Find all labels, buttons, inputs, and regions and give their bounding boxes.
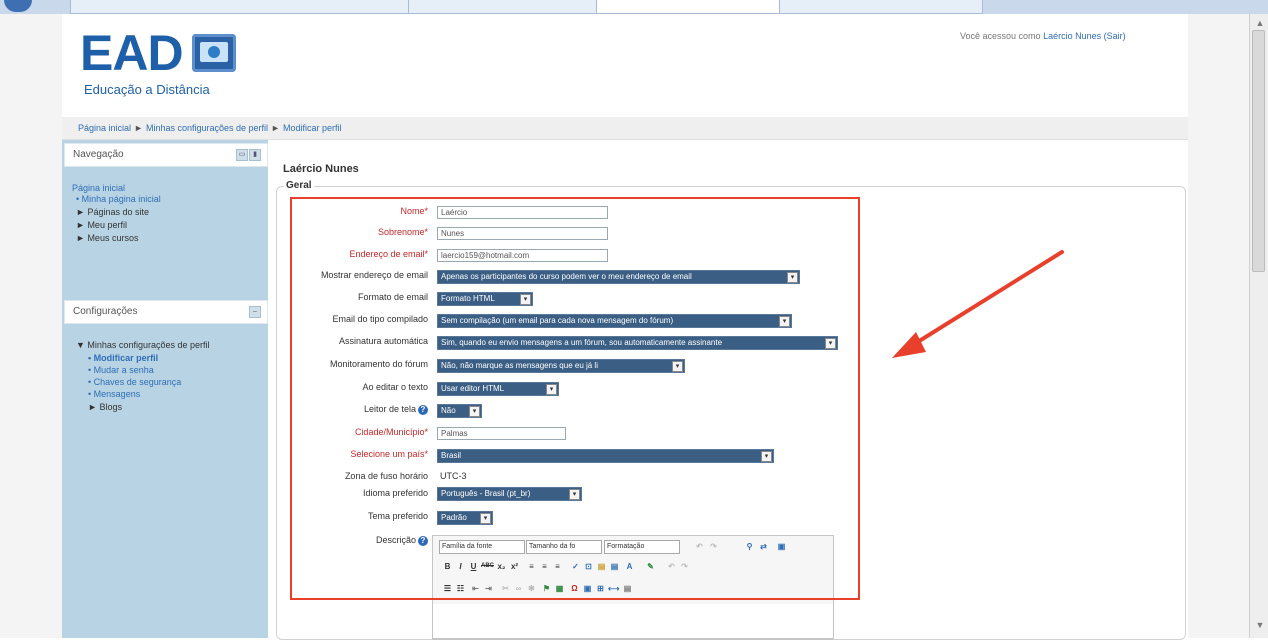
- browser-tab[interactable]: [779, 0, 983, 14]
- browser-chrome: [0, 0, 1268, 15]
- logo-text: EAD: [80, 25, 184, 81]
- settings-item-blogs[interactable]: ► Blogs: [88, 402, 122, 412]
- page-margin-right: [1188, 14, 1250, 638]
- login-info: Você acessou como Laércio Nunes (Sair): [960, 31, 1126, 41]
- browser-tab[interactable]: [408, 0, 602, 14]
- settings-item-security-keys[interactable]: • Chaves de segurança: [88, 377, 181, 387]
- breadcrumb-separator: ►: [271, 123, 280, 133]
- settings-item-edit-profile[interactable]: • Modificar perfil: [88, 353, 158, 363]
- nav-home-link[interactable]: Página inicial: [72, 183, 125, 193]
- login-prefix: Você acessou como: [960, 31, 1041, 41]
- scroll-down-icon[interactable]: ▼: [1254, 620, 1266, 632]
- browser-tab-active[interactable]: [596, 0, 785, 14]
- settings-block-header: Configurações –: [64, 300, 268, 324]
- settings-item-messages[interactable]: • Mensagens: [88, 389, 140, 399]
- breadcrumb-separator: ►: [134, 123, 143, 133]
- browser-logo-icon: [4, 0, 32, 12]
- scroll-up-icon[interactable]: ▲: [1254, 18, 1266, 30]
- logo-subtitle: Educação a Distância: [84, 82, 210, 97]
- breadcrumb-home[interactable]: Página inicial: [78, 123, 131, 133]
- breadcrumb-edit-profile[interactable]: Modificar perfil: [283, 123, 342, 133]
- dock-icon[interactable]: ▭: [236, 149, 248, 161]
- annotation-highlight-box: [290, 197, 860, 600]
- site-logo[interactable]: EAD Educação a Distância: [80, 26, 240, 104]
- description-textarea[interactable]: [432, 604, 834, 639]
- settings-item-change-password[interactable]: • Mudar a senha: [88, 365, 154, 375]
- settings-title: Configurações: [73, 306, 138, 317]
- nav-item-my-profile[interactable]: ► Meu perfil: [76, 220, 127, 230]
- nav-item-site-pages[interactable]: ► Páginas do site: [76, 207, 149, 217]
- annotation-arrow-icon: [892, 250, 1064, 358]
- settings-group-profile[interactable]: ▼ Minhas configurações de perfil: [76, 340, 210, 350]
- user-link[interactable]: Laércio Nunes: [1043, 31, 1101, 41]
- scrollbar-thumb[interactable]: [1252, 30, 1265, 272]
- section-legend[interactable]: Geral: [284, 180, 314, 191]
- logout-link[interactable]: (Sair): [1104, 31, 1126, 41]
- nav-item-my-courses[interactable]: ► Meus cursos: [76, 233, 138, 243]
- page-title: Laércio Nunes: [283, 163, 359, 175]
- monitor-icon: [192, 34, 236, 72]
- collapse-icon[interactable]: ▮: [249, 149, 261, 161]
- breadcrumb: Página inicial ► Minhas configurações de p…: [78, 123, 342, 133]
- nav-item-my-home[interactable]: • Minha página inicial: [76, 194, 161, 204]
- page-margin-left: [0, 14, 62, 638]
- collapse-icon[interactable]: –: [249, 306, 261, 318]
- navigation-title: Navegação: [73, 149, 124, 160]
- browser-tab[interactable]: [70, 0, 414, 14]
- navigation-block-header: Navegação ▭ ▮: [64, 143, 268, 167]
- breadcrumb-profile-settings[interactable]: Minhas configurações de perfil: [146, 123, 268, 133]
